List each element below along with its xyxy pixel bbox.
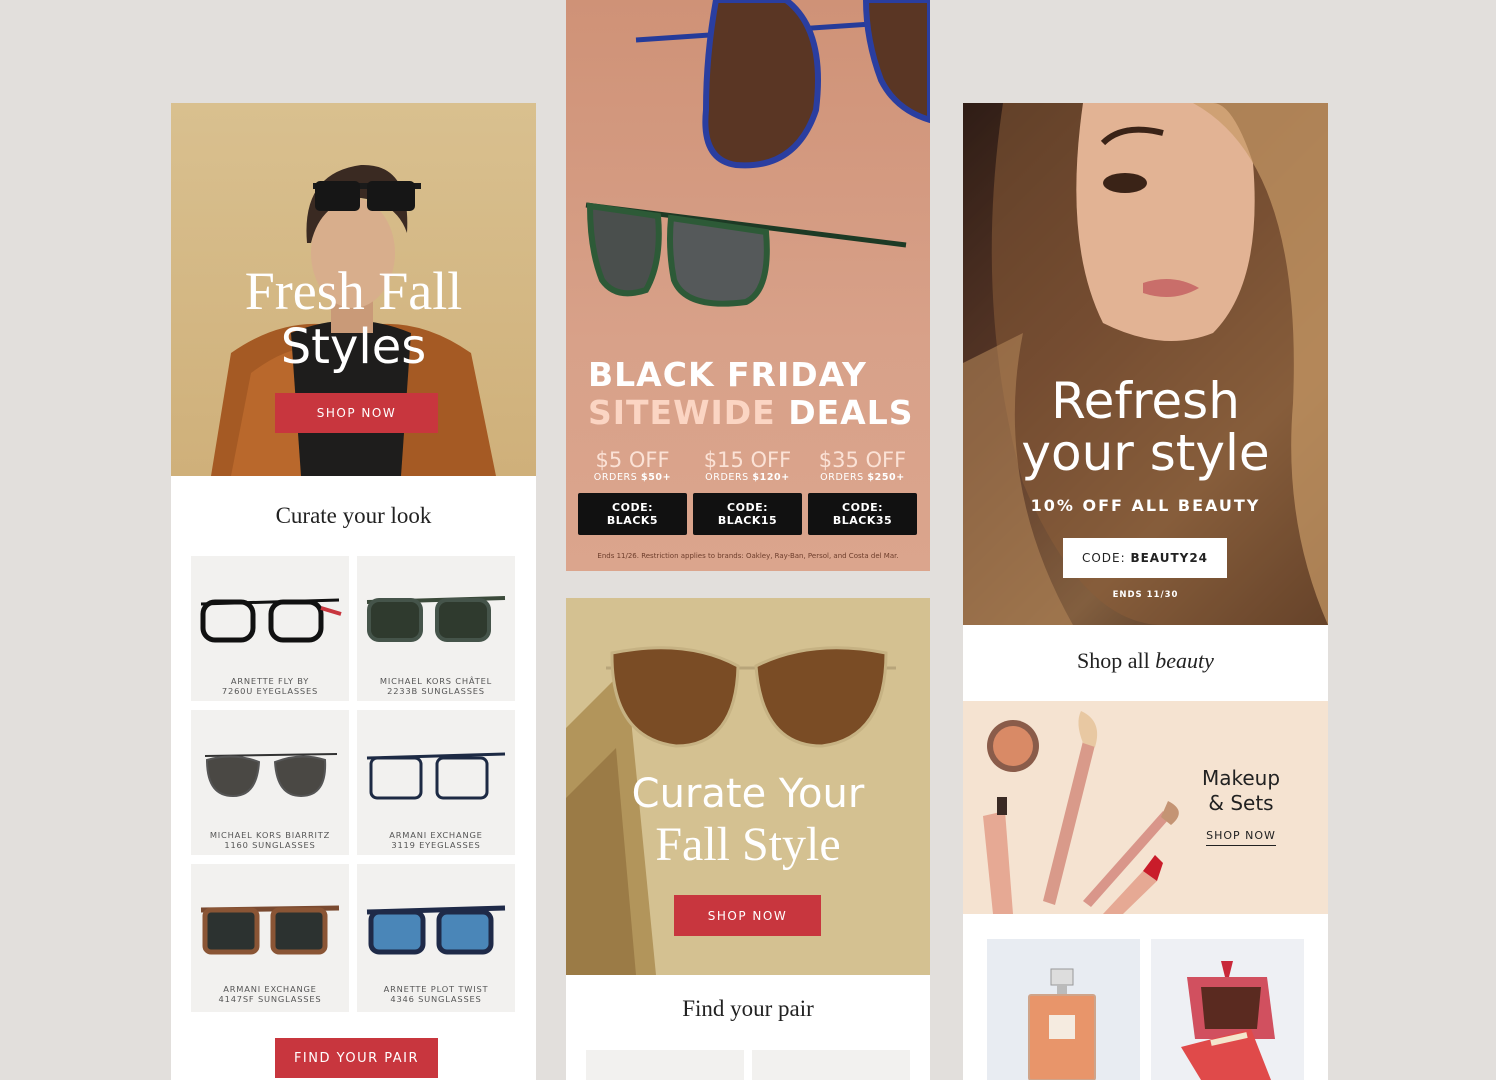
- black-friday-promo: BLACK FRIDAY SITEWIDE DEALS $5 OFF ORDERS…: [566, 0, 930, 571]
- orders-amount: $250+: [867, 472, 905, 483]
- promo-code-black35[interactable]: CODE: BLACK35: [808, 493, 917, 535]
- find-your-pair-button[interactable]: FIND YOUR PAIR: [275, 1038, 438, 1078]
- product-name: ARMANI EXCHANGE: [223, 984, 317, 994]
- product-card[interactable]: [586, 1050, 744, 1080]
- section-title: Curate your look: [275, 503, 432, 528]
- promo-code-black5[interactable]: CODE: BLACK5: [578, 493, 687, 535]
- offer-3: $35 OFF ORDERS $250+: [808, 448, 917, 483]
- shop-now-button[interactable]: SHOP NOW: [275, 393, 438, 433]
- offer-amount: $15 OFF: [703, 448, 792, 472]
- category-title: Makeup & Sets: [1183, 766, 1299, 816]
- hero-title: Curate Your Fall Style: [566, 770, 930, 872]
- section-title: Shop all beauty: [963, 648, 1328, 674]
- product-name: MICHAEL KORS CHÂTEL: [379, 676, 493, 686]
- promo-code-beauty24[interactable]: CODE: BEAUTY24: [1063, 538, 1227, 578]
- perfume-icon: [1028, 968, 1096, 1080]
- sunglasses-illustration: [585, 0, 930, 307]
- ends-date: ENDS 11/30: [1112, 590, 1179, 600]
- orders-amount: $120+: [752, 472, 790, 483]
- hero-title-line2: your style: [1021, 424, 1270, 482]
- product-card[interactable]: MICHAEL KORS CHÂTEL 2233B SUNGLASSES: [357, 556, 515, 701]
- promo-headline: BLACK FRIDAY SITEWIDE DEALS: [588, 356, 914, 432]
- product-name: ARMANI EXCHANGE: [389, 830, 483, 840]
- email-refresh-style: Refresh your style 10% OFF ALL BEAUTY CO…: [963, 103, 1328, 1080]
- code-label: CODE:: [1081, 551, 1131, 565]
- sunglasses-icon: [366, 905, 506, 955]
- product-model: 4147SF SUNGLASSES: [218, 994, 322, 1004]
- hero-title: Fresh Fall Styles: [171, 263, 536, 375]
- eyeglasses-icon: [366, 752, 506, 800]
- product-card[interactable]: ARMANI EXCHANGE 3119 EYEGLASSES: [357, 710, 515, 855]
- hero-title-line1: Curate Your: [631, 771, 865, 817]
- headline-sitewide: SITEWIDE: [588, 393, 776, 432]
- code-label: CODE:: [612, 501, 653, 514]
- code-value: BLACK35: [832, 514, 893, 527]
- makeup-illustration: [983, 711, 1179, 914]
- product-card[interactable]: [987, 939, 1140, 1080]
- category-banner[interactable]: Makeup & Sets SHOP NOW: [963, 701, 1328, 914]
- code-value: BLACK15: [717, 514, 778, 527]
- hero-title-line2: Styles: [280, 319, 427, 375]
- product-name: MICHAEL KORS BIARRITZ: [209, 830, 331, 840]
- shop-now-button[interactable]: SHOP NOW: [674, 895, 821, 936]
- product-name: ARNETTE FLY BY: [230, 676, 310, 686]
- product-name: ARNETTE PLOT TWIST: [383, 984, 489, 994]
- product-card[interactable]: [1151, 939, 1304, 1080]
- fine-print: Ends 11/26. Restriction applies to brand…: [597, 552, 899, 560]
- promo-code-black15[interactable]: CODE: BLACK15: [693, 493, 802, 535]
- product-model: 7260U EYEGLASSES: [221, 686, 319, 696]
- section-title-plain: Shop all: [1077, 648, 1156, 673]
- sunglasses-icon: [366, 596, 506, 642]
- orders-amount: $50+: [641, 472, 672, 483]
- aviator-sunglasses-icon: [204, 753, 338, 798]
- category-title-line1: Makeup: [1201, 766, 1281, 790]
- hero-image: Refresh your style 10% OFF ALL BEAUTY CO…: [963, 103, 1328, 625]
- section-title-italic: beauty: [1155, 648, 1214, 673]
- code-value: BLACK5: [606, 514, 659, 527]
- product-model: 1160 SUNGLASSES: [224, 840, 316, 850]
- eyeglasses-icon: [200, 598, 342, 643]
- offer-1: $5 OFF ORDERS $50+: [578, 448, 687, 483]
- offer-2: $15 OFF ORDERS $120+: [693, 448, 802, 483]
- product-card[interactable]: MICHAEL KORS BIARRITZ 1160 SUNGLASSES: [191, 710, 349, 855]
- product-card[interactable]: ARMANI EXCHANGE 4147SF SUNGLASSES: [191, 864, 349, 1012]
- code-label: CODE:: [842, 501, 883, 514]
- makeup-shop-now-link[interactable]: SHOP NOW: [1206, 829, 1276, 846]
- orders-prefix: ORDERS: [705, 472, 753, 483]
- email-fresh-fall: Fresh Fall Styles SHOP NOW Curate your l…: [171, 103, 536, 1080]
- section-title: Find your pair: [682, 996, 814, 1021]
- orders-prefix: ORDERS: [820, 472, 868, 483]
- hero-image: Fresh Fall Styles SHOP NOW: [171, 103, 536, 476]
- category-title-line2: & Sets: [1208, 791, 1274, 815]
- headline-deals: DEALS: [788, 393, 914, 432]
- hero-title-line1: Fresh Fall: [244, 261, 463, 321]
- product-model: 4346 SUNGLASSES: [390, 994, 482, 1004]
- email-curate-fall: Curate Your Fall Style SHOP NOW Find you…: [566, 598, 930, 1080]
- product-model: 2233B SUNGLASSES: [387, 686, 485, 696]
- product-card[interactable]: [752, 1050, 910, 1080]
- product-card[interactable]: ARNETTE FLY BY 7260U EYEGLASSES: [191, 556, 349, 701]
- hero-subtitle: 10% OFF ALL BEAUTY: [1030, 496, 1261, 515]
- code-label: CODE:: [727, 501, 768, 514]
- offer-amount: $35 OFF: [818, 448, 907, 472]
- hero-title-line1: Refresh: [1051, 372, 1240, 430]
- hero-title-line2: Fall Style: [655, 818, 841, 871]
- gift-box-icon: [1181, 961, 1275, 1080]
- hero-image: Curate Your Fall Style SHOP NOW: [566, 598, 930, 975]
- headline-line1: BLACK FRIDAY: [588, 355, 867, 394]
- sunglasses-icon: [200, 905, 340, 955]
- orders-prefix: ORDERS: [593, 472, 642, 483]
- hero-title: Refresh your style: [963, 375, 1328, 479]
- code-value: BEAUTY24: [1130, 551, 1209, 565]
- offer-amount: $5 OFF: [595, 448, 670, 472]
- product-card[interactable]: ARNETTE PLOT TWIST 4346 SUNGLASSES: [357, 864, 515, 1012]
- product-model: 3119 EYEGLASSES: [391, 840, 481, 850]
